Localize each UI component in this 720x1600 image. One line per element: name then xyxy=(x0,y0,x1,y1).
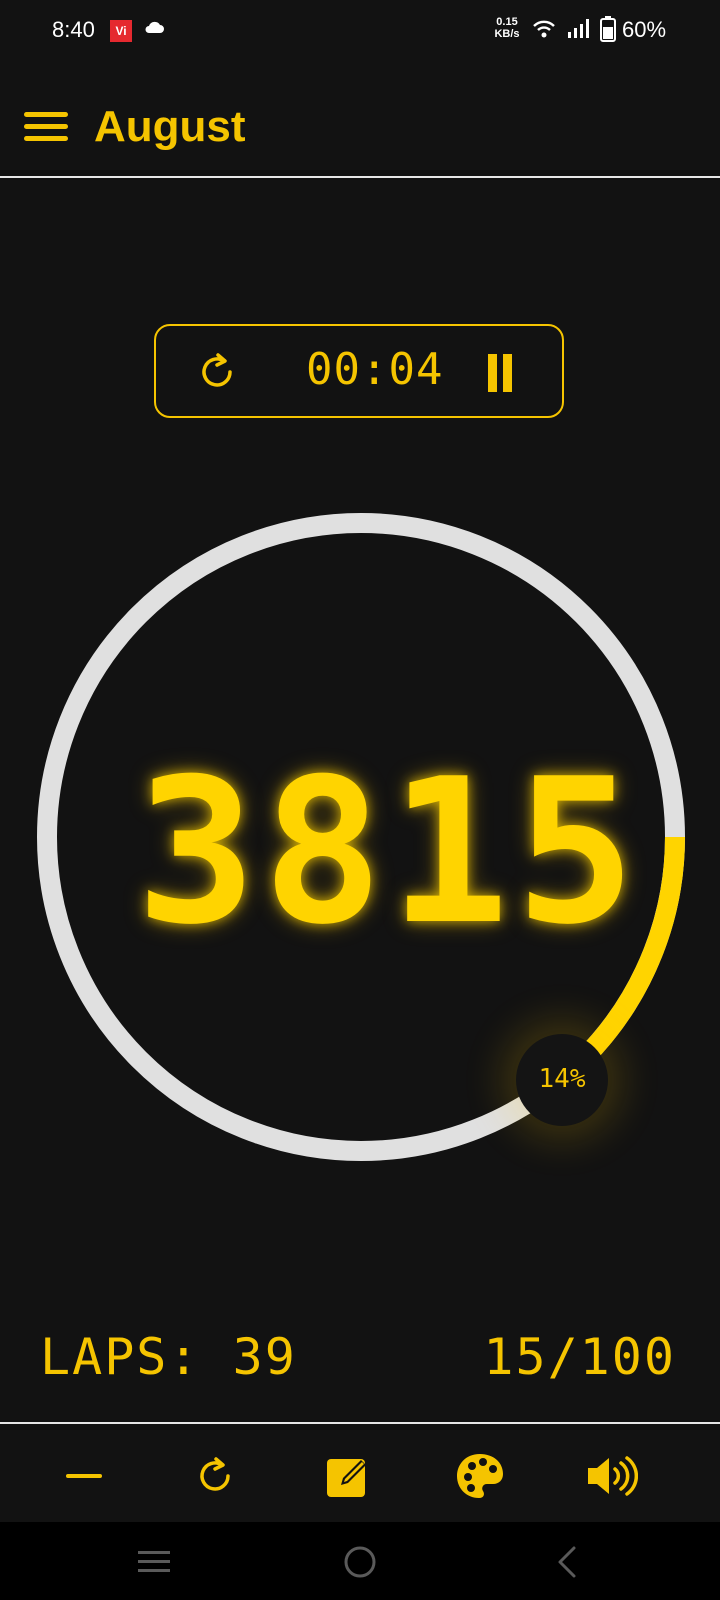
network-speed-value: 0.15 xyxy=(496,16,518,28)
wifi-icon xyxy=(533,20,555,38)
system-nav-bar xyxy=(0,1522,720,1600)
cloud-icon xyxy=(145,21,164,33)
status-time: 8:40 xyxy=(52,17,95,42)
lap-progress: 15/100 xyxy=(483,1328,676,1386)
volume-icon[interactable] xyxy=(582,1448,642,1504)
network-speed: 0.15 KB/s xyxy=(492,16,522,40)
progress-percent-text: 14% xyxy=(538,1064,586,1094)
minus-icon[interactable] xyxy=(54,1448,114,1504)
signal-icon xyxy=(568,19,589,38)
back-icon[interactable] xyxy=(546,1540,590,1584)
battery-percent: 60% xyxy=(622,17,667,42)
refresh-icon[interactable] xyxy=(186,1448,246,1504)
bottom-toolbar xyxy=(0,1422,720,1524)
refresh-icon[interactable] xyxy=(196,350,240,394)
recent-apps-icon[interactable] xyxy=(132,1540,176,1584)
counter-value[interactable]: 3815 xyxy=(136,748,636,958)
hamburger-icon[interactable] xyxy=(24,112,68,148)
palette-icon[interactable] xyxy=(450,1448,510,1504)
carrier-badge: Vi xyxy=(110,20,132,42)
laps-count: LAPS: 39 xyxy=(40,1328,297,1386)
edit-icon[interactable] xyxy=(318,1448,378,1504)
status-bar: 8:40 Vi 0.15 KB/s 60% xyxy=(0,0,720,62)
battery-icon xyxy=(600,16,616,42)
progress-percent-badge: 14% xyxy=(516,1034,608,1126)
network-speed-unit: KB/s xyxy=(494,28,520,40)
page-title: August xyxy=(94,102,246,151)
pause-icon[interactable] xyxy=(488,354,518,394)
timer-value: 00:04 xyxy=(306,344,444,395)
home-icon[interactable] xyxy=(338,1540,382,1584)
app-bar: August xyxy=(0,90,720,178)
timer-panel: 00:04 xyxy=(154,324,564,418)
